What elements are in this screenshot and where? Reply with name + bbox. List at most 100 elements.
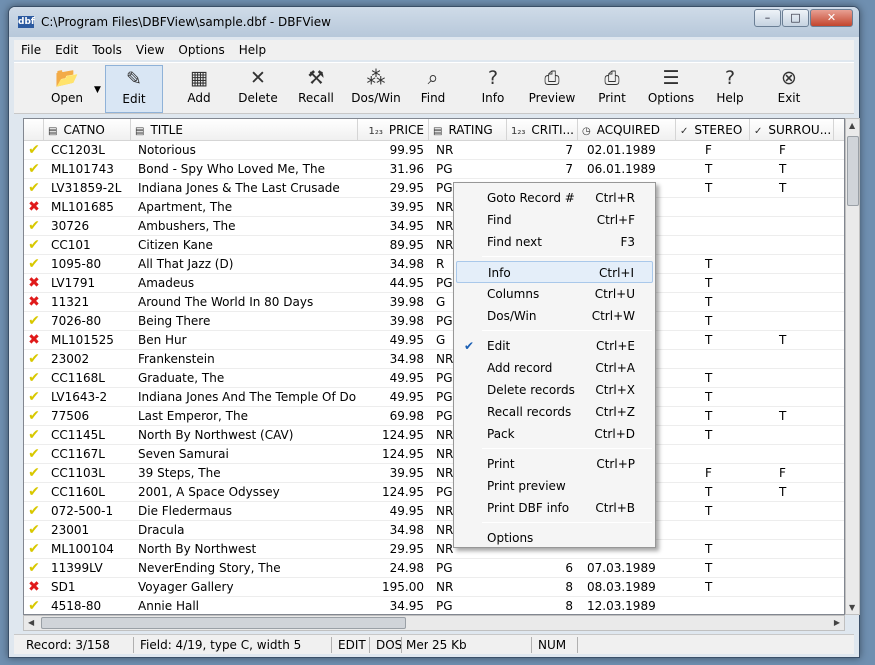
- table-cell[interactable]: Indiana Jones & The Last Crusade: [135, 179, 356, 198]
- table-cell[interactable]: T: [702, 160, 742, 179]
- column-header-criti[interactable]: 1₂₃ CRITI...: [507, 119, 578, 141]
- close-button[interactable]: ✕: [810, 9, 853, 27]
- table-row[interactable]: ✖ ML101685 Apartment, The 39.95 NR: [24, 198, 844, 217]
- table-cell[interactable]: 11399LV: [48, 559, 129, 578]
- table-cell[interactable]: 23001: [48, 521, 129, 540]
- table-row[interactable]: ✔ CC1167L Seven Samurai 124.95 NR: [24, 445, 844, 464]
- context-item-print-preview[interactable]: Print preview: [456, 475, 653, 497]
- table-cell[interactable]: 6: [511, 559, 576, 578]
- table-cell[interactable]: LV1791: [48, 274, 129, 293]
- table-cell[interactable]: NeverEnding Story, The: [135, 559, 356, 578]
- table-cell[interactable]: ML101743: [48, 160, 129, 179]
- table-cell[interactable]: CC1203L: [48, 141, 129, 160]
- table-cell[interactable]: 124.95: [362, 483, 427, 502]
- table-cell[interactable]: 39 Steps, The: [135, 464, 356, 483]
- table-cell[interactable]: 49.95: [362, 331, 427, 350]
- table-cell[interactable]: Seven Samurai: [135, 445, 356, 464]
- column-header-price[interactable]: 1₂₃ PRICE: [358, 119, 429, 141]
- table-cell[interactable]: Frankenstein: [135, 350, 356, 369]
- vertical-scrollbar[interactable]: ▲ ▼: [845, 118, 860, 615]
- table-cell[interactable]: ML101685: [48, 198, 129, 217]
- table-cell[interactable]: T: [702, 369, 742, 388]
- toolbar-edit-button[interactable]: ✎ Edit: [105, 65, 163, 113]
- context-item-find-next[interactable]: Find next F3: [456, 231, 653, 253]
- table-cell[interactable]: 06.01.1989: [584, 160, 676, 179]
- table-cell[interactable]: 39.98: [362, 293, 427, 312]
- scroll-right-icon[interactable]: ▶: [834, 618, 840, 627]
- table-row[interactable]: ✖ ML101525 Ben Hur 49.95 G T T: [24, 331, 844, 350]
- table-row[interactable]: ✔ 7026-80 Being There 39.98 PG T: [24, 312, 844, 331]
- table-cell[interactable]: 31.96: [362, 160, 427, 179]
- table-cell[interactable]: Last Emperor, The: [135, 407, 356, 426]
- table-cell[interactable]: CC101: [48, 236, 129, 255]
- table-cell[interactable]: [702, 217, 742, 236]
- table-cell[interactable]: 49.95: [362, 388, 427, 407]
- table-row[interactable]: ✔ LV31859-2L Indiana Jones & The Last Crus…: [24, 179, 844, 198]
- table-cell[interactable]: 08.03.1989: [584, 578, 676, 597]
- table-cell[interactable]: 23002: [48, 350, 129, 369]
- menu-file[interactable]: File: [14, 40, 48, 60]
- menu-edit[interactable]: Edit: [48, 40, 85, 60]
- table-row[interactable]: ✔ CC1145L North By Northwest (CAV) 124.95 NR…: [24, 426, 844, 445]
- scroll-up-icon[interactable]: ▲: [849, 121, 855, 130]
- table-cell[interactable]: F: [702, 141, 742, 160]
- table-cell[interactable]: [776, 502, 816, 521]
- toolbar-info-button[interactable]: ? Info: [464, 65, 522, 113]
- table-row[interactable]: ✔ 072-500-1 Die Fledermaus 49.95 NR T: [24, 502, 844, 521]
- table-cell[interactable]: 30726: [48, 217, 129, 236]
- data-grid[interactable]: ▤ CATNO ▤ TITLE 1₂₃ PRICE ▤ RATING 1₂₃ CRITI... ◷ A…: [23, 118, 845, 615]
- table-cell[interactable]: Voyager Gallery: [135, 578, 356, 597]
- table-cell[interactable]: 1095-80: [48, 255, 129, 274]
- column-header-surrou[interactable]: ✓ SURROU...: [750, 119, 834, 141]
- table-cell[interactable]: [776, 578, 816, 597]
- context-item-add-record[interactable]: Add record Ctrl+A: [456, 357, 653, 379]
- table-row[interactable]: ✔ CC1168L Graduate, The 49.95 PG T: [24, 369, 844, 388]
- table-cell[interactable]: T: [702, 274, 742, 293]
- context-item-goto-record-[interactable]: Goto Record # Ctrl+R: [456, 187, 653, 209]
- table-cell[interactable]: [776, 521, 816, 540]
- table-cell[interactable]: T: [702, 179, 742, 198]
- table-cell[interactable]: [776, 274, 816, 293]
- table-cell[interactable]: Die Fledermaus: [135, 502, 356, 521]
- context-item-pack[interactable]: Pack Ctrl+D: [456, 423, 653, 445]
- table-cell[interactable]: [776, 540, 816, 559]
- table-cell[interactable]: CC1167L: [48, 445, 129, 464]
- table-cell[interactable]: 69.98: [362, 407, 427, 426]
- table-row[interactable]: ✔ 77506 Last Emperor, The 69.98 PG T T: [24, 407, 844, 426]
- table-cell[interactable]: F: [776, 141, 816, 160]
- table-cell[interactable]: [776, 350, 816, 369]
- column-header-stereo[interactable]: ✓ STEREO: [676, 119, 750, 141]
- table-row[interactable]: ✔ CC1103L 39 Steps, The 39.95 NR F F: [24, 464, 844, 483]
- context-item-columns[interactable]: Columns Ctrl+U: [456, 283, 653, 305]
- table-cell[interactable]: [776, 426, 816, 445]
- table-cell[interactable]: 29.95: [362, 179, 427, 198]
- table-cell[interactable]: 07.03.1989: [584, 559, 676, 578]
- table-cell[interactable]: 34.98: [362, 521, 427, 540]
- title-bar[interactable]: dbf C:\Program Files\DBFView\sample.dbf …: [9, 7, 859, 37]
- table-cell[interactable]: T: [702, 426, 742, 445]
- table-cell[interactable]: Notorious: [135, 141, 356, 160]
- toolbar-options-button[interactable]: ☰ Options: [642, 65, 700, 113]
- table-cell[interactable]: Ambushers, The: [135, 217, 356, 236]
- table-cell[interactable]: [702, 236, 742, 255]
- table-cell[interactable]: [776, 559, 816, 578]
- table-cell[interactable]: [702, 521, 742, 540]
- table-cell[interactable]: Dracula: [135, 521, 356, 540]
- table-cell[interactable]: 8: [511, 597, 576, 614]
- table-cell[interactable]: 7: [511, 160, 576, 179]
- table-cell[interactable]: North By Northwest: [135, 540, 356, 559]
- table-cell[interactable]: 39.95: [362, 464, 427, 483]
- table-cell[interactable]: 12.03.1989: [584, 597, 676, 614]
- table-cell[interactable]: [776, 369, 816, 388]
- table-cell[interactable]: 11321: [48, 293, 129, 312]
- table-cell[interactable]: Around The World In 80 Days: [135, 293, 356, 312]
- toolbar-exit-button[interactable]: ⊗ Exit: [760, 65, 818, 113]
- toolbar-preview-button[interactable]: ⎙ Preview: [523, 65, 581, 113]
- context-item-edit[interactable]: ✔ Edit Ctrl+E: [456, 335, 653, 357]
- table-cell[interactable]: T: [702, 483, 742, 502]
- table-cell[interactable]: CC1145L: [48, 426, 129, 445]
- toolbar-delete-button[interactable]: ✕ Delete: [229, 65, 287, 113]
- table-cell[interactable]: 89.95: [362, 236, 427, 255]
- table-row[interactable]: ✔ 23001 Dracula 34.98 NR: [24, 521, 844, 540]
- table-row[interactable]: ✔ CC1203L Notorious 99.95 NR 7 02.01.1989 F F: [24, 141, 844, 160]
